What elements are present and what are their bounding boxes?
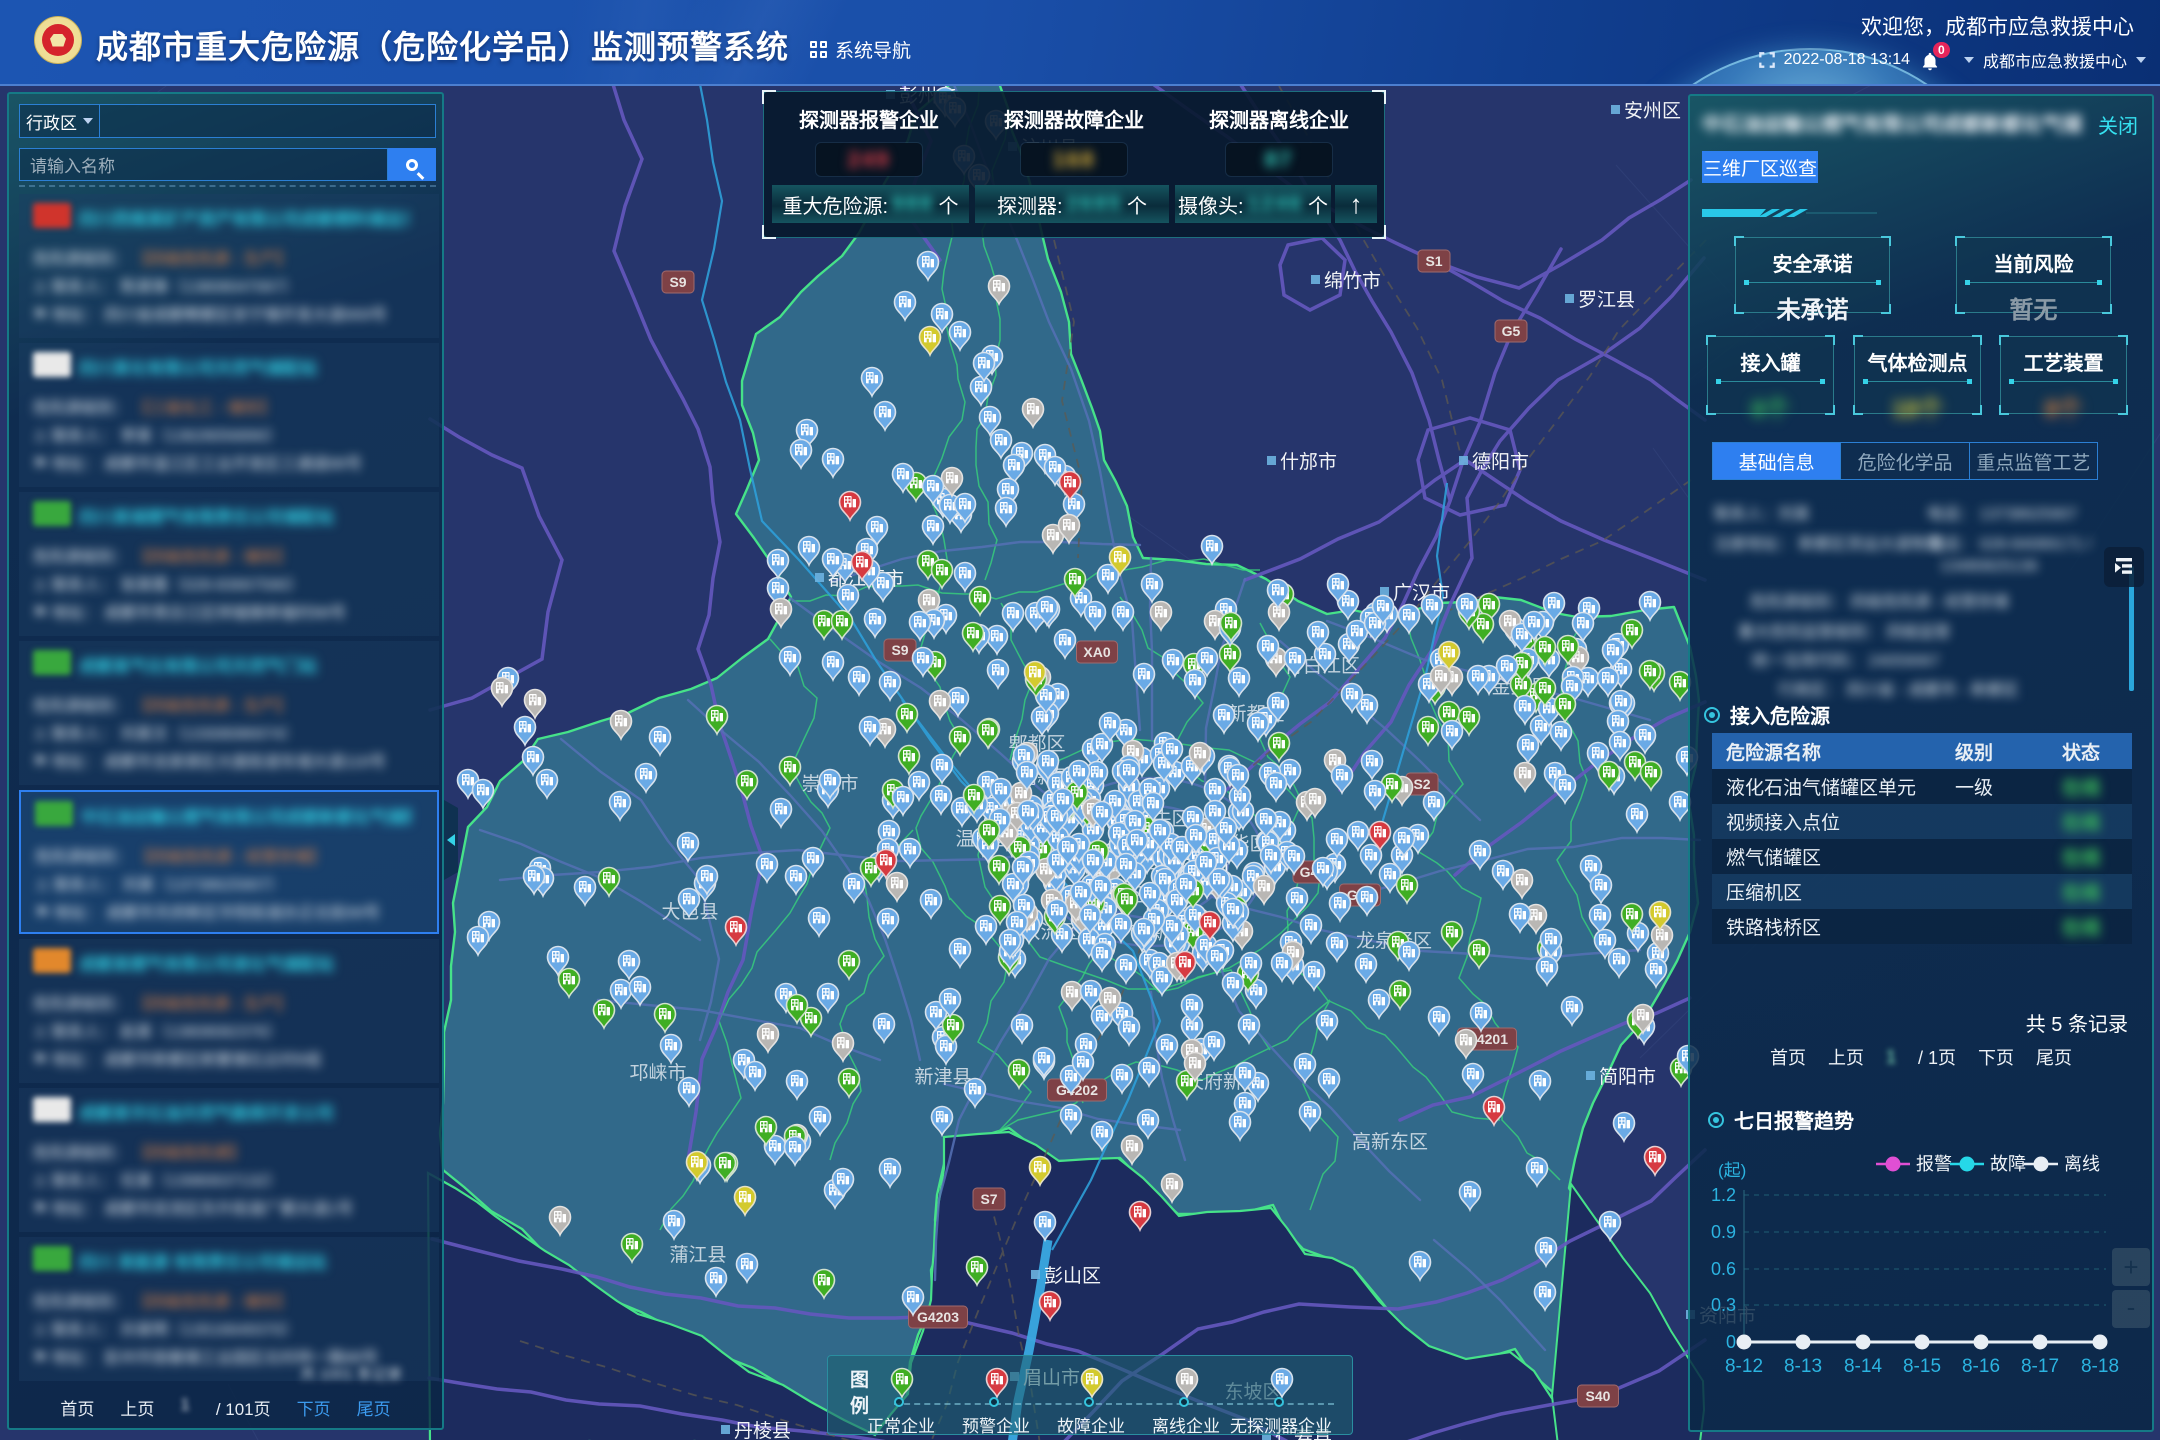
svg-text:蒲江县: 蒲江县 (669, 1244, 726, 1266)
svg-text:8-12: 8-12 (1725, 1356, 1763, 1377)
svg-text:高新东区: 高新东区 (1352, 1131, 1428, 1153)
svg-text:8-13: 8-13 (1784, 1356, 1822, 1377)
svg-text:绵竹市: 绵竹市 (1324, 270, 1381, 292)
svg-text:S2: S2 (1413, 776, 1430, 792)
svg-text:8-18: 8-18 (2081, 1356, 2119, 1377)
svg-text:8-14: 8-14 (1844, 1356, 1882, 1377)
svg-text:8-15: 8-15 (1903, 1356, 1941, 1377)
svg-text:S40: S40 (1586, 1388, 1611, 1404)
svg-text:报警: 报警 (1916, 1154, 1952, 1174)
svg-text:丹棱县: 丹棱县 (734, 1420, 791, 1440)
svg-text:0.9: 0.9 (1711, 1222, 1736, 1242)
svg-text:离线: 离线 (2064, 1154, 2100, 1174)
svg-text:(起): (起) (1718, 1161, 1746, 1180)
svg-text:G5: G5 (1502, 323, 1521, 339)
svg-text:新津县: 新津县 (914, 1066, 971, 1088)
svg-text:0.6: 0.6 (1711, 1259, 1736, 1279)
svg-text:故障: 故障 (1990, 1154, 2026, 1174)
svg-text:S9: S9 (891, 642, 908, 658)
svg-text:8-16: 8-16 (1962, 1356, 2000, 1377)
svg-text:8-17: 8-17 (2021, 1356, 2059, 1377)
svg-text:XA0: XA0 (1083, 644, 1110, 660)
svg-text:S7: S7 (980, 1191, 997, 1207)
svg-text:安州区: 安州区 (1624, 100, 1681, 122)
svg-text:0: 0 (1726, 1332, 1736, 1352)
svg-text:彭山区: 彭山区 (1044, 1265, 1101, 1287)
svg-text:G4203: G4203 (917, 1309, 959, 1325)
svg-text:什邡市: 什邡市 (1280, 451, 1337, 473)
svg-text:德阳市: 德阳市 (1472, 451, 1529, 473)
svg-text:S1: S1 (1425, 253, 1442, 269)
svg-text:1.2: 1.2 (1711, 1185, 1736, 1205)
svg-text:简阳市: 简阳市 (1599, 1066, 1656, 1088)
svg-text:罗江县: 罗江县 (1578, 289, 1635, 311)
svg-text:S9: S9 (669, 274, 686, 290)
svg-text:0.3: 0.3 (1711, 1295, 1736, 1315)
svg-text:邛崃市: 邛崃市 (629, 1062, 686, 1084)
